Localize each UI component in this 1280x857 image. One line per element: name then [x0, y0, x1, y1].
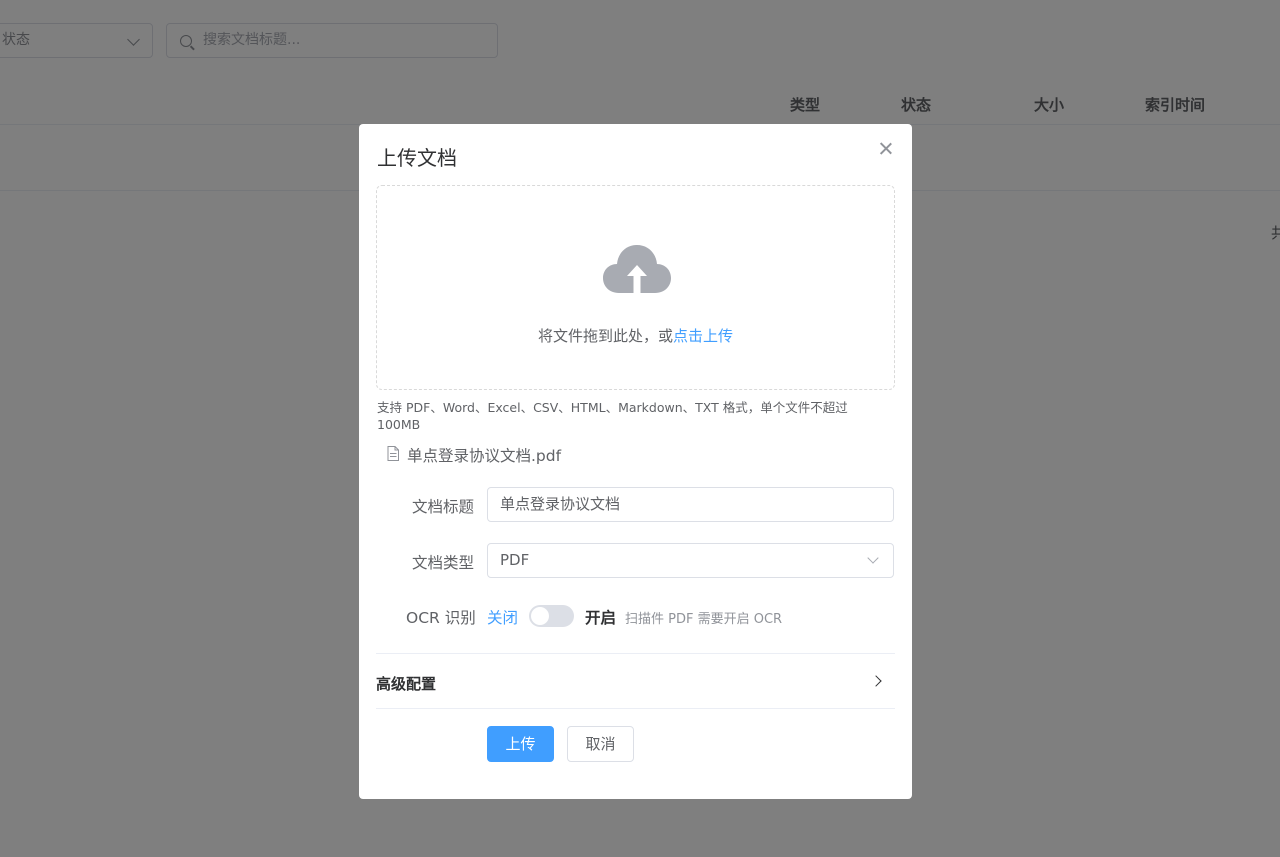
title-label: 文档标题: [412, 498, 475, 516]
dropzone-hint: 将文件拖到此处，或: [537, 327, 673, 345]
chevron-right-icon: [870, 675, 882, 687]
cloud-upload-icon: [603, 245, 671, 293]
chevron-down-icon: [867, 552, 879, 564]
type-select-value: PDF: [500, 551, 530, 569]
ocr-on-label[interactable]: 开启: [585, 606, 616, 628]
upload-tip: 支持 PDF、Word、Excel、CSV、HTML、Markdown、TXT …: [377, 400, 848, 432]
dialog-title: 上传文档: [377, 146, 457, 170]
title-input[interactable]: 单点登录协议文档: [487, 487, 894, 522]
upload-dropzone[interactable]: 将文件拖到此处，或点击上传: [376, 185, 895, 390]
ocr-toggle[interactable]: [529, 605, 574, 627]
click-upload-link[interactable]: 点击上传: [673, 327, 733, 345]
cancel-button[interactable]: 取消: [567, 726, 634, 762]
type-label: 文档类型: [412, 554, 475, 572]
toggle-knob: [531, 607, 549, 625]
dropzone-text: 将文件拖到此处，或点击上传: [377, 325, 894, 346]
divider: [376, 708, 895, 709]
type-select[interactable]: PDF: [487, 543, 894, 578]
title-input-value: 单点登录协议文档: [500, 495, 621, 513]
upload-button[interactable]: 上传: [487, 726, 554, 762]
ocr-label: OCR 识别: [406, 609, 476, 627]
advanced-config-label: 高级配置: [376, 675, 437, 693]
advanced-config-toggle[interactable]: 高级配置: [376, 654, 895, 708]
ocr-hint: 扫描件 PDF 需要开启 OCR: [625, 612, 783, 627]
upload-dialog: 上传文档 将文件拖到此处，或点击上传 支持 PDF、Word、Excel、CSV…: [359, 124, 912, 799]
ocr-off-label[interactable]: 关闭: [487, 606, 518, 628]
close-icon[interactable]: [878, 141, 894, 157]
file-name: 单点登录协议文档.pdf: [407, 447, 562, 465]
document-icon: [387, 446, 399, 461]
